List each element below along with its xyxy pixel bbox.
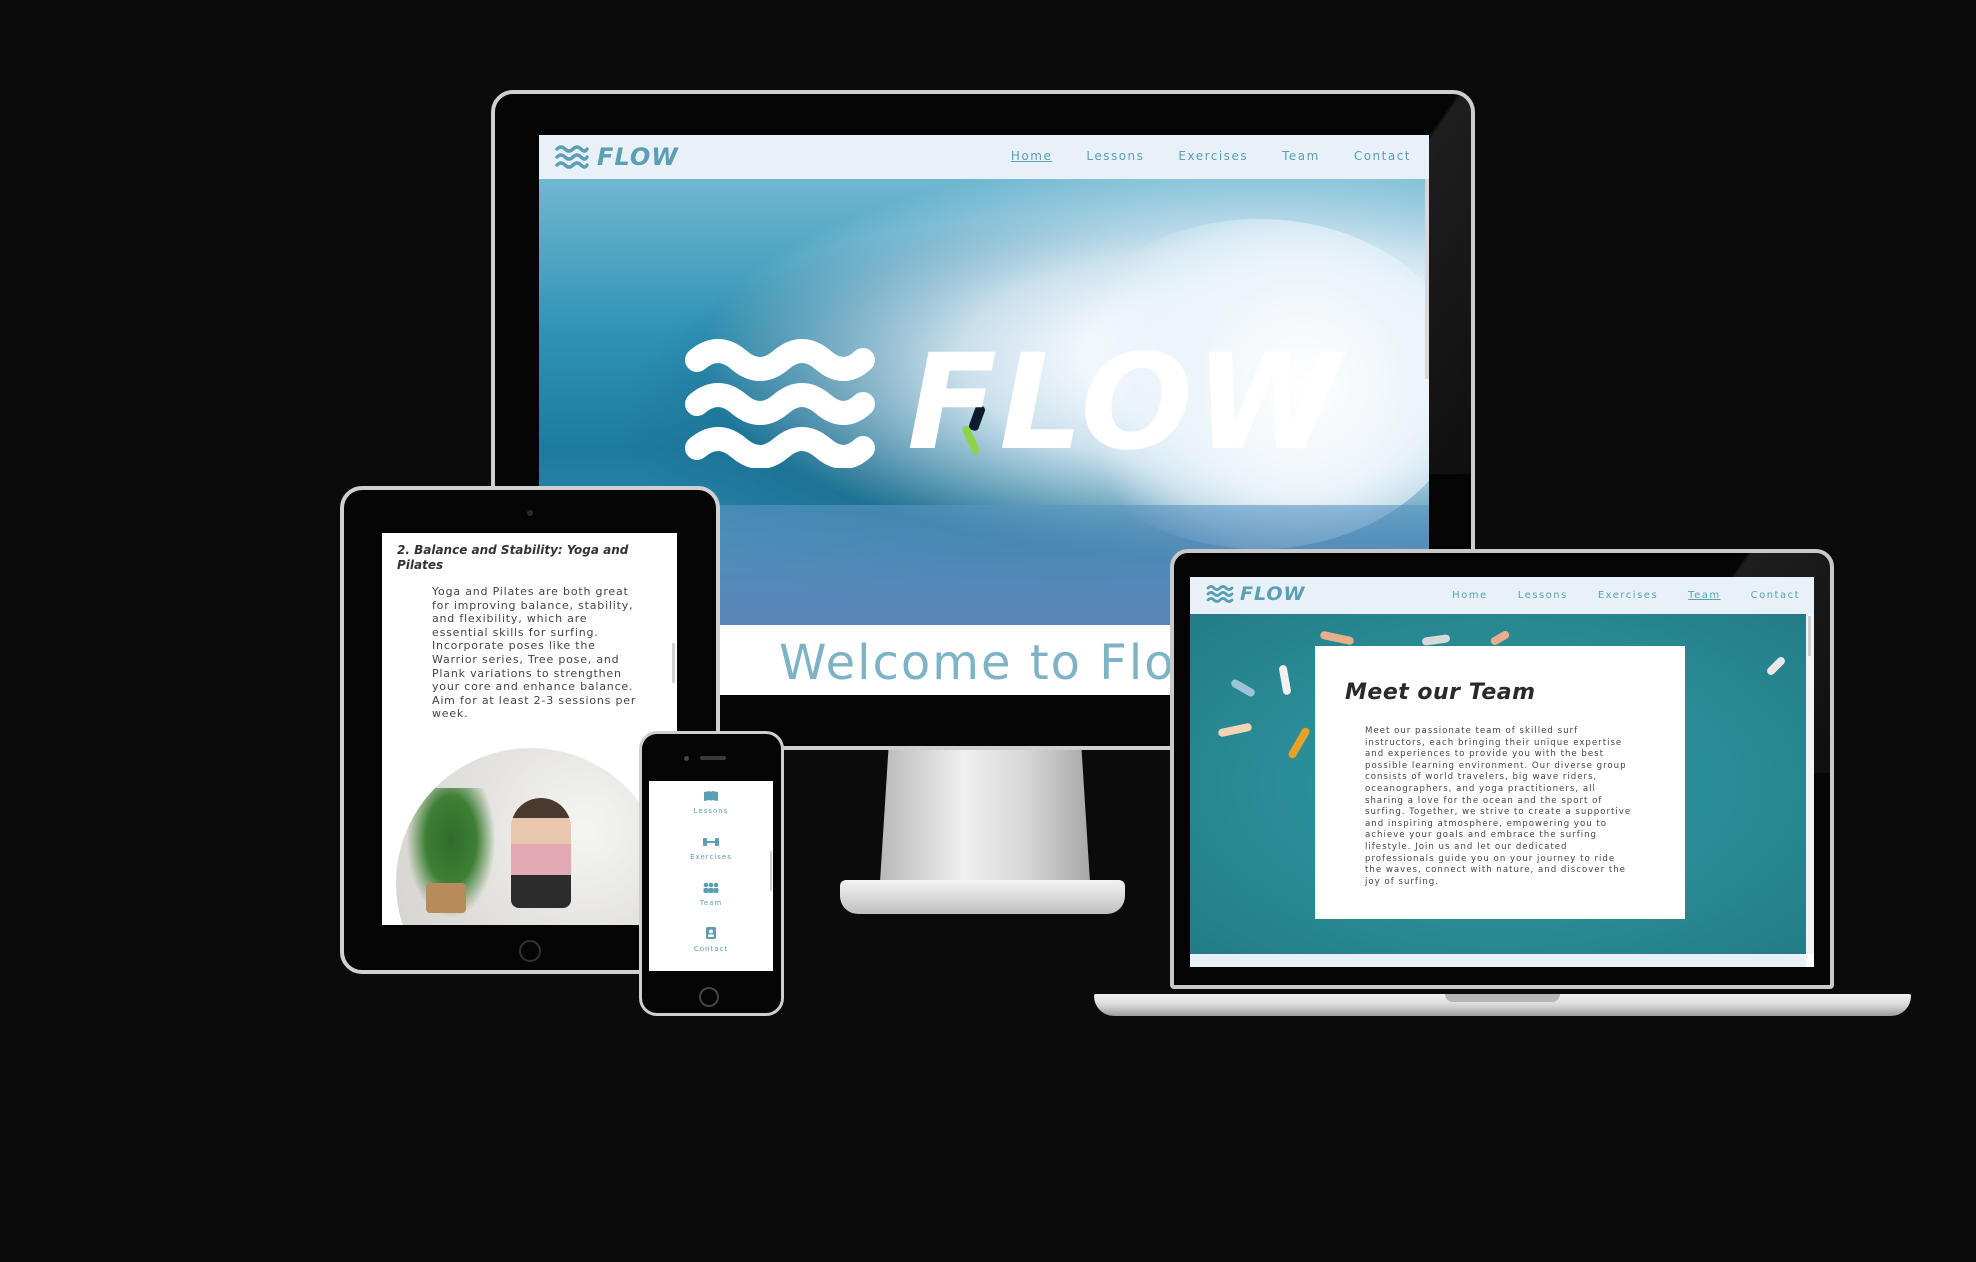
phone-menu-label: Lessons [693, 807, 729, 815]
welcome-heading: Welcome to Flow [779, 635, 1217, 691]
phone-menu-label: Contact [693, 945, 729, 953]
nav-link-contact[interactable]: Contact [1354, 149, 1411, 163]
phone-camera [684, 756, 689, 761]
dumbbell-icon [649, 833, 773, 852]
book-icon [649, 787, 773, 806]
phone-menu-item-lessons[interactable]: Lessons [649, 787, 773, 815]
desktop-nav-links: Home Lessons Exercises Team Contact [1011, 149, 1411, 163]
people-icon [649, 879, 773, 898]
tablet-home-button[interactable] [519, 940, 541, 962]
plant-pot [426, 883, 466, 913]
laptop-logo-text: FLOW [1240, 583, 1306, 605]
desktop-navbar: FLOW Home Lessons Exercises Team Contact [539, 135, 1429, 179]
phone-home-button[interactable] [699, 987, 719, 1007]
phone-menu-label: Team [699, 899, 723, 907]
nav-link-exercises[interactable]: Exercises [1598, 590, 1658, 601]
surfer [1278, 664, 1292, 696]
desktop-logo-text: FLOW [597, 143, 679, 171]
hero-logo-text: FLOW [907, 326, 1343, 480]
surfer [1217, 722, 1253, 738]
laptop-logo[interactable]: FLOW [1206, 583, 1306, 605]
exercise-section-body: Yoga and Pilates are both great for impr… [432, 585, 637, 721]
surfer [1319, 630, 1355, 646]
phone-screen: Lessons Exercises Team Contact [649, 781, 773, 971]
monitor-stand [880, 750, 1090, 882]
hero-logo: FLOW [685, 337, 1342, 469]
team-card: Meet our Team Meet our passionate team o… [1315, 646, 1685, 919]
nav-link-home[interactable]: Home [1011, 149, 1052, 163]
nav-link-team[interactable]: Team [1688, 590, 1720, 601]
phone-speaker [700, 756, 726, 760]
hero-wave-icon [685, 338, 875, 468]
surfer [1287, 726, 1311, 760]
surfer [1421, 634, 1451, 646]
nav-link-lessons[interactable]: Lessons [1518, 590, 1568, 601]
nav-link-home[interactable]: Home [1452, 590, 1488, 601]
nav-link-contact[interactable]: Contact [1751, 590, 1800, 601]
phone-menu-item-exercises[interactable]: Exercises [649, 833, 773, 861]
tablet-screen: 2. Balance and Stability: Yoga and Pilat… [382, 533, 677, 925]
phone-menu-item-team[interactable]: Team [649, 879, 773, 907]
yoga-photo [396, 748, 666, 925]
surfer [1489, 629, 1511, 647]
laptop-screen: FLOW Home Lessons Exercises Team Contact… [1190, 577, 1814, 967]
monitor-stand-base [840, 880, 1125, 914]
wave-logo-icon [1206, 584, 1234, 604]
desktop-scrollbar[interactable] [1425, 179, 1429, 379]
team-card-body: Meet our passionate team of skilled surf… [1365, 726, 1632, 887]
nav-link-exercises[interactable]: Exercises [1178, 149, 1248, 163]
phone-menu-label: Exercises [690, 853, 732, 861]
yoga-person [511, 798, 571, 908]
tablet-scrollbar[interactable] [672, 643, 675, 683]
laptop-navbar: FLOW Home Lessons Exercises Team Contact [1190, 577, 1814, 614]
wave-logo-icon [555, 144, 589, 170]
surfer [1229, 678, 1257, 698]
nav-link-team[interactable]: Team [1282, 149, 1320, 163]
phone-menu-item-contact[interactable]: Contact [649, 925, 773, 953]
laptop-footer-strip [1190, 954, 1806, 967]
contact-card-icon [649, 925, 773, 944]
laptop-nav-links: Home Lessons Exercises Team Contact [1452, 590, 1800, 601]
exercise-section-heading: 2. Balance and Stability: Yoga and Pilat… [397, 543, 629, 572]
laptop-scrollbar[interactable] [1806, 614, 1814, 954]
team-card-title: Meet our Team [1345, 680, 1536, 705]
phone-scrollbar[interactable] [770, 851, 772, 891]
desktop-logo[interactable]: FLOW [555, 143, 679, 171]
tablet-camera [527, 510, 533, 516]
surfer [1765, 655, 1787, 677]
laptop-notch [1445, 994, 1560, 1002]
nav-link-lessons[interactable]: Lessons [1086, 149, 1144, 163]
